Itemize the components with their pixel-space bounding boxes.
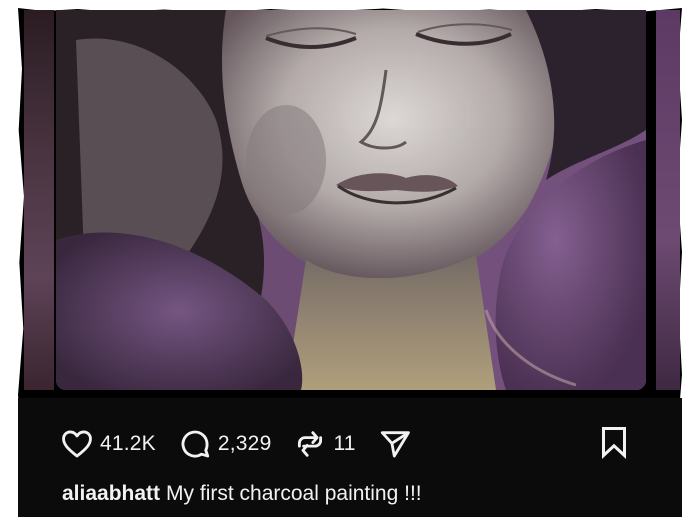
repost-count: 11 (333, 432, 356, 455)
caption-username[interactable]: aliaabhatt (62, 482, 160, 505)
repost-icon (298, 431, 323, 457)
bookmark-icon[interactable] (596, 424, 632, 460)
post-image[interactable] (56, 10, 646, 390)
caption-text: My first charcoal painting !!! (166, 482, 422, 505)
share-button[interactable] (378, 427, 412, 461)
adjacent-image-edge (24, 10, 54, 390)
action-bar: 41.2K 2,329 11 (60, 424, 434, 464)
comment-count: 2,329 (217, 432, 272, 455)
heart-icon (62, 430, 92, 458)
comment-icon (181, 430, 210, 458)
like-button[interactable]: 41.2K (60, 427, 156, 461)
charcoal-painting (56, 10, 646, 390)
post-caption: aliaabhatt My first charcoal painting !!! (62, 482, 422, 506)
adjacent-image-edge-right (656, 10, 680, 390)
like-count: 41.2K (100, 432, 156, 455)
repost-button[interactable]: 11 (293, 427, 355, 461)
comment-button[interactable]: 2,329 (178, 427, 272, 461)
send-icon (380, 431, 410, 458)
